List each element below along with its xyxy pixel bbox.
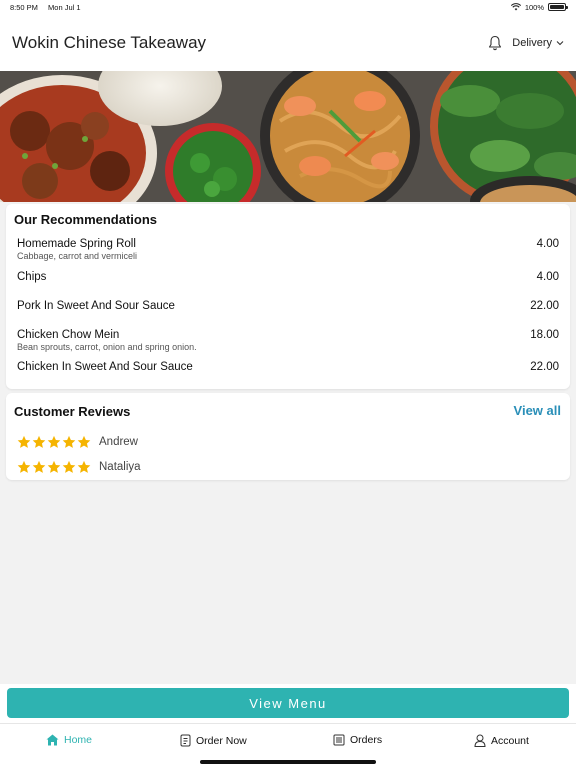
status-time: 8:50 PM bbox=[10, 2, 38, 12]
status-bar: 8:50 PM Mon Jul 1 100% bbox=[0, 0, 576, 14]
star-icon bbox=[77, 435, 91, 448]
star-icon bbox=[32, 460, 46, 473]
star-icon bbox=[17, 435, 31, 448]
orders-icon bbox=[333, 734, 345, 746]
menu-item[interactable]: Chicken Chow Mein Bean sprouts, carrot, … bbox=[17, 329, 559, 352]
star-rating bbox=[17, 435, 91, 449]
status-date: Mon Jul 1 bbox=[48, 2, 81, 12]
menu-item-name: Chips bbox=[17, 271, 47, 283]
battery-icon bbox=[548, 3, 568, 11]
menu-item-price: 22.00 bbox=[530, 300, 559, 312]
delivery-mode-select[interactable]: Delivery bbox=[512, 37, 564, 49]
menu-item[interactable]: Homemade Spring Roll Cabbage, carrot and… bbox=[17, 238, 559, 261]
status-left: 8:50 PM Mon Jul 1 bbox=[10, 3, 89, 12]
star-icon bbox=[47, 435, 61, 448]
status-right: 100% bbox=[510, 2, 568, 12]
order-icon bbox=[180, 734, 191, 747]
tab-orders-label: Orders bbox=[350, 734, 383, 746]
menu-item[interactable]: Chips 4.00 bbox=[17, 271, 559, 283]
menu-item-name: Pork In Sweet And Sour Sauce bbox=[17, 300, 175, 312]
tab-home[interactable]: Home bbox=[46, 734, 92, 746]
star-rating bbox=[17, 460, 91, 474]
menu-item-description: Bean sprouts, carrot, onion and spring o… bbox=[17, 342, 197, 352]
bell-icon[interactable] bbox=[488, 35, 502, 51]
header-actions: Delivery bbox=[488, 35, 564, 51]
menu-item[interactable]: Chicken In Sweet And Sour Sauce 22.00 bbox=[17, 361, 559, 373]
tab-account-label: Account bbox=[491, 734, 529, 747]
view-all-reviews-link[interactable]: View all bbox=[514, 403, 561, 418]
app-title: Wokin Chinese Takeaway bbox=[12, 32, 207, 52]
home-indicator bbox=[200, 760, 376, 764]
recommendations-title: Our Recommendations bbox=[14, 212, 158, 227]
menu-item-name: Chicken Chow Mein bbox=[17, 329, 120, 341]
review-row[interactable]: Nataliya bbox=[17, 460, 141, 474]
tab-home-label: Home bbox=[64, 734, 93, 746]
reviewer-name: Andrew bbox=[99, 436, 138, 448]
tab-order-now-label: Order Now bbox=[196, 734, 247, 747]
tab-orders[interactable]: Orders bbox=[333, 734, 382, 746]
customer-reviews-card: Customer Reviews View all Andrew Nataliy… bbox=[6, 393, 570, 480]
account-icon bbox=[474, 734, 486, 747]
menu-item-price: 18.00 bbox=[530, 329, 559, 341]
hero-food-image bbox=[0, 71, 576, 202]
recommendations-card: Our Recommendations Homemade Spring Roll… bbox=[6, 204, 570, 389]
delivery-label: Delivery bbox=[512, 36, 552, 49]
menu-item-name: Chicken In Sweet And Sour Sauce bbox=[17, 361, 193, 373]
star-icon bbox=[32, 435, 46, 448]
reviewer-name: Nataliya bbox=[99, 461, 141, 473]
battery-percent: 100% bbox=[524, 2, 544, 12]
review-row[interactable]: Andrew bbox=[17, 435, 138, 449]
chevron-down-icon bbox=[556, 40, 564, 45]
bottom-area: View Menu Home Order Now Orders Account bbox=[0, 684, 576, 768]
header: Wokin Chinese Takeaway Delivery bbox=[0, 14, 576, 71]
home-icon bbox=[46, 734, 59, 746]
star-icon bbox=[77, 460, 91, 473]
star-icon bbox=[17, 460, 31, 473]
star-icon bbox=[62, 460, 76, 473]
tab-account[interactable]: Account bbox=[474, 734, 529, 747]
menu-item[interactable]: Pork In Sweet And Sour Sauce 22.00 bbox=[17, 300, 559, 312]
menu-item-description: Cabbage, carrot and vermiceli bbox=[17, 251, 138, 261]
star-icon bbox=[47, 460, 61, 473]
star-icon bbox=[62, 435, 76, 448]
menu-item-price: 4.00 bbox=[536, 271, 559, 283]
menu-item-name: Homemade Spring Roll bbox=[17, 238, 136, 250]
tab-order-now[interactable]: Order Now bbox=[180, 734, 247, 747]
menu-item-price: 22.00 bbox=[530, 361, 559, 373]
reviews-title: Customer Reviews bbox=[14, 404, 131, 419]
wifi-icon bbox=[510, 3, 521, 11]
view-menu-button[interactable]: View Menu bbox=[7, 688, 569, 718]
menu-item-price: 4.00 bbox=[536, 238, 559, 250]
